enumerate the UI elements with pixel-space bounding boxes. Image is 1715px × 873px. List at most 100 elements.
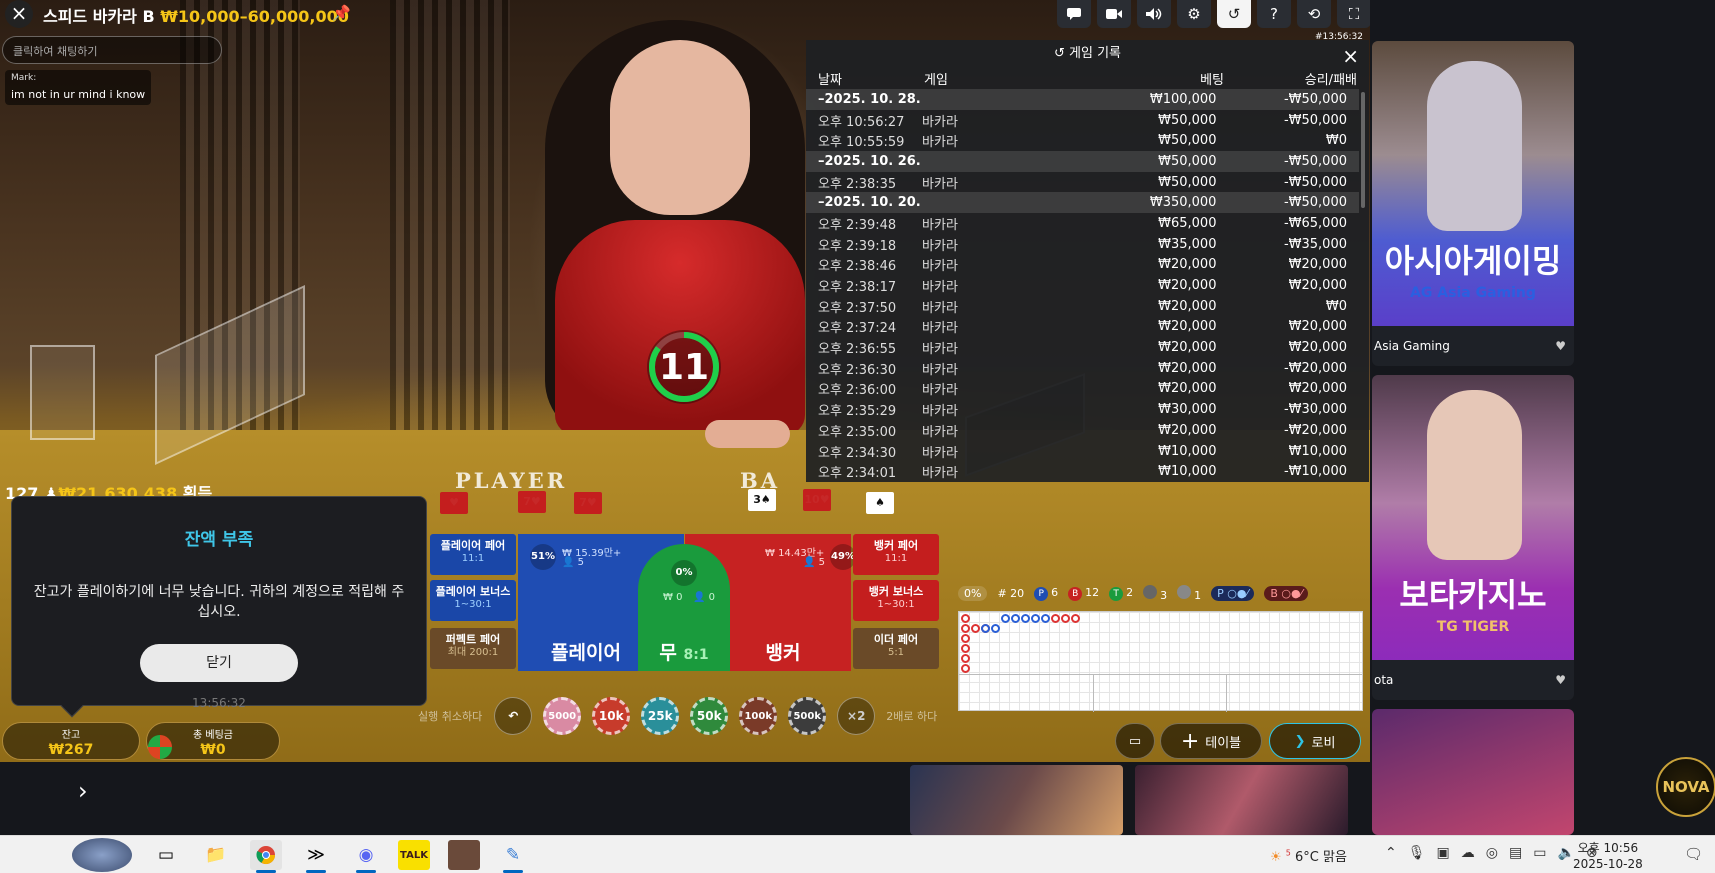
chip-100k[interactable]: 100k [739, 697, 778, 735]
history-game: 바카라 [922, 217, 958, 233]
table-button[interactable]: + 테이블 [1160, 723, 1262, 759]
history-row[interactable]: 오후 2:37:24 바카라 ₩20,000 ₩20,000 [806, 317, 1359, 338]
network-icon[interactable]: ▭ [1533, 845, 1546, 861]
gear-icon[interactable]: ⚙ [1177, 0, 1211, 28]
history-date: 오후 2:37:24 [818, 321, 897, 337]
history-row[interactable]: 오후 2:39:48 바카라 ₩65,000 -₩65,000 [806, 213, 1359, 234]
chat-message: Mark: im not in ur mind i know [5, 70, 152, 105]
balance-display: 잔고 ₩267 [2, 722, 140, 760]
history-row[interactable]: 오후 2:38:35 바카라 ₩50,000 -₩50,000 [806, 172, 1359, 193]
task-view-icon[interactable]: ▭ [150, 840, 182, 870]
promo-card-asia-gaming[interactable]: 아시아게이밍 AG Asia Gaming Asia Gaming ♥ [1372, 41, 1574, 366]
heart-icon[interactable]: ♥ [1555, 326, 1566, 366]
history-date: –2025. 10. 28. [818, 91, 921, 107]
close-game-icon[interactable]: × [5, 0, 33, 28]
road-divider [1226, 674, 1227, 712]
chat-icon[interactable] [1057, 0, 1091, 28]
kakaotalk-icon[interactable]: TALK [398, 840, 430, 870]
history-header: ↺ 게임 기록 × [806, 40, 1369, 68]
chip-50k[interactable]: 50k [690, 697, 729, 735]
game-thumbnail[interactable] [910, 765, 1123, 835]
chip-500k[interactable]: 500k [788, 697, 827, 735]
double-bet-icon[interactable]: ×2 [837, 697, 876, 735]
banker-pair-bet[interactable]: 뱅커 페어 11:1 [853, 534, 939, 575]
history-row[interactable]: 오후 2:39:18 바카라 ₩35,000 -₩35,000 [806, 234, 1359, 255]
tray-app-icon[interactable]: ▣ [1437, 845, 1450, 861]
nova-logo[interactable]: NOVA [1656, 757, 1715, 817]
chip-5000[interactable]: 5000 [543, 697, 582, 735]
history-row[interactable]: 오후 2:34:30 바카라 ₩10,000 ₩10,000 [806, 441, 1359, 462]
heart-icon[interactable]: ♥ [1555, 660, 1566, 700]
video-icon[interactable] [1097, 0, 1131, 28]
history-row[interactable]: 오후 2:38:46 바카라 ₩20,000 ₩20,000 [806, 255, 1359, 276]
history-date-group[interactable]: –2025. 10. 20. ₩350,000 -₩50,000 [806, 192, 1359, 214]
widgets-icon[interactable] [72, 838, 132, 872]
banker-bonus-bet[interactable]: 뱅커 보너스 1~30:1 [853, 580, 939, 621]
road-banker-mark [1061, 614, 1070, 623]
history-date: 오후 2:35:00 [818, 424, 897, 440]
chevron-up-icon[interactable]: ⌃ [1385, 845, 1397, 861]
chip-25k[interactable]: 25k [641, 697, 680, 735]
tray-app-icon[interactable]: ▤ [1509, 845, 1522, 861]
history-row[interactable]: 오후 2:36:30 바카라 ₩20,000 -₩20,000 [806, 358, 1359, 379]
refresh-icon[interactable]: ⟲ [1297, 0, 1331, 28]
volume-icon[interactable] [1137, 0, 1171, 28]
history-row[interactable]: 오후 2:36:00 바카라 ₩20,000 ₩20,000 [806, 379, 1359, 400]
game-thumbnail[interactable] [1135, 765, 1348, 835]
cloud-icon[interactable]: ☁ [1461, 845, 1475, 861]
history-date: –2025. 10. 26. [818, 153, 921, 169]
app-icon[interactable]: ≫ [300, 840, 332, 873]
history-bet: ₩20,000 [1158, 319, 1217, 335]
chip-10k[interactable]: 10k [592, 697, 631, 735]
chevron-right-icon[interactable]: › [78, 777, 88, 805]
road-banker-mark [961, 634, 970, 643]
fullscreen-icon[interactable]: ⛶ [1337, 0, 1371, 28]
history-row[interactable]: 오후 10:56:27 바카라 ₩50,000 -₩50,000 [806, 110, 1359, 131]
history-row[interactable]: 오후 2:35:00 바카라 ₩20,000 -₩20,000 [806, 420, 1359, 441]
notification-icon[interactable]: 🗨 [1684, 845, 1703, 863]
history-date-group[interactable]: –2025. 10. 26. ₩50,000 -₩50,000 [806, 151, 1359, 172]
history-game: 바카라 [922, 280, 958, 296]
player-bonus-bet[interactable]: 플레이어 보너스 1~30:1 [430, 580, 516, 621]
discord-icon[interactable]: ◉ [350, 840, 382, 873]
pin-icon[interactable]: 📌 [332, 4, 351, 22]
perfect-pair-bet[interactable]: 퍼펙트 페어 최대 200:1 [430, 628, 516, 669]
dialog-close-button[interactable]: 닫기 [140, 644, 298, 682]
promo-card-tiger[interactable]: 보타카지노 TG TIGER ota ♥ [1372, 375, 1574, 700]
microphone-icon[interactable]: 🎙 [1408, 845, 1426, 861]
player-wins: P6 [1034, 586, 1058, 601]
system-clock[interactable]: 오후 10:56 2025-10-28 [1573, 840, 1643, 872]
banker-pair-count: 1 [1177, 585, 1201, 602]
total-bet-label: 총 베팅금 [193, 730, 233, 741]
help-icon[interactable]: ? [1257, 0, 1291, 28]
player-ask-button[interactable]: P ○●⁄ [1211, 586, 1255, 601]
chat-input[interactable]: 클릭하여 채팅하기 [2, 36, 222, 64]
either-pair-bet[interactable]: 이더 페어 5:1 [853, 628, 939, 669]
scoreboard-road[interactable] [958, 611, 1363, 712]
promo-card-third[interactable] [1372, 709, 1574, 835]
file-explorer-icon[interactable]: 📁 [200, 840, 232, 870]
undo-icon[interactable]: ↶ [494, 697, 533, 735]
road-divider [959, 674, 1362, 675]
lobby-button[interactable]: ❯ 로비 [1269, 723, 1361, 759]
history-icon[interactable]: ↺ [1217, 0, 1251, 28]
steam-icon[interactable]: ◎ [1486, 845, 1498, 861]
chat-toggle-icon[interactable]: ▭ [1115, 723, 1155, 759]
app-icon[interactable]: ✎ [497, 840, 529, 873]
chrome-icon[interactable] [250, 840, 282, 873]
history-row[interactable]: 오후 2:36:55 바카라 ₩20,000 ₩20,000 [806, 337, 1359, 358]
weather-widget[interactable]: ☀ 5 6°C 맑음 [1270, 846, 1347, 865]
history-row[interactable]: 오후 2:34:01 바카라 ₩10,000 -₩10,000 [806, 461, 1359, 482]
scrollbar[interactable] [1361, 92, 1365, 208]
player-pair-bet[interactable]: 플레이어 페어 11:1 [430, 534, 516, 575]
road-banker-mark [961, 624, 970, 633]
history-row[interactable]: 오후 2:35:29 바카라 ₩30,000 -₩30,000 [806, 399, 1359, 420]
history-date-group[interactable]: –2025. 10. 28. ₩100,000 -₩50,000 [806, 89, 1359, 110]
app-icon[interactable] [448, 840, 480, 870]
history-row[interactable]: 오후 2:37:50 바카라 ₩20,000 ₩0 [806, 296, 1359, 317]
history-row[interactable]: 오후 10:55:59 바카라 ₩50,000 ₩0 [806, 130, 1359, 151]
close-icon[interactable]: × [1342, 42, 1359, 70]
tie-bet[interactable]: 0% ₩ 0 👤 0 무 8:1 [638, 544, 730, 671]
history-row[interactable]: 오후 2:38:17 바카라 ₩20,000 ₩20,000 [806, 275, 1359, 296]
banker-ask-button[interactable]: B ○●⁄ [1264, 586, 1309, 601]
